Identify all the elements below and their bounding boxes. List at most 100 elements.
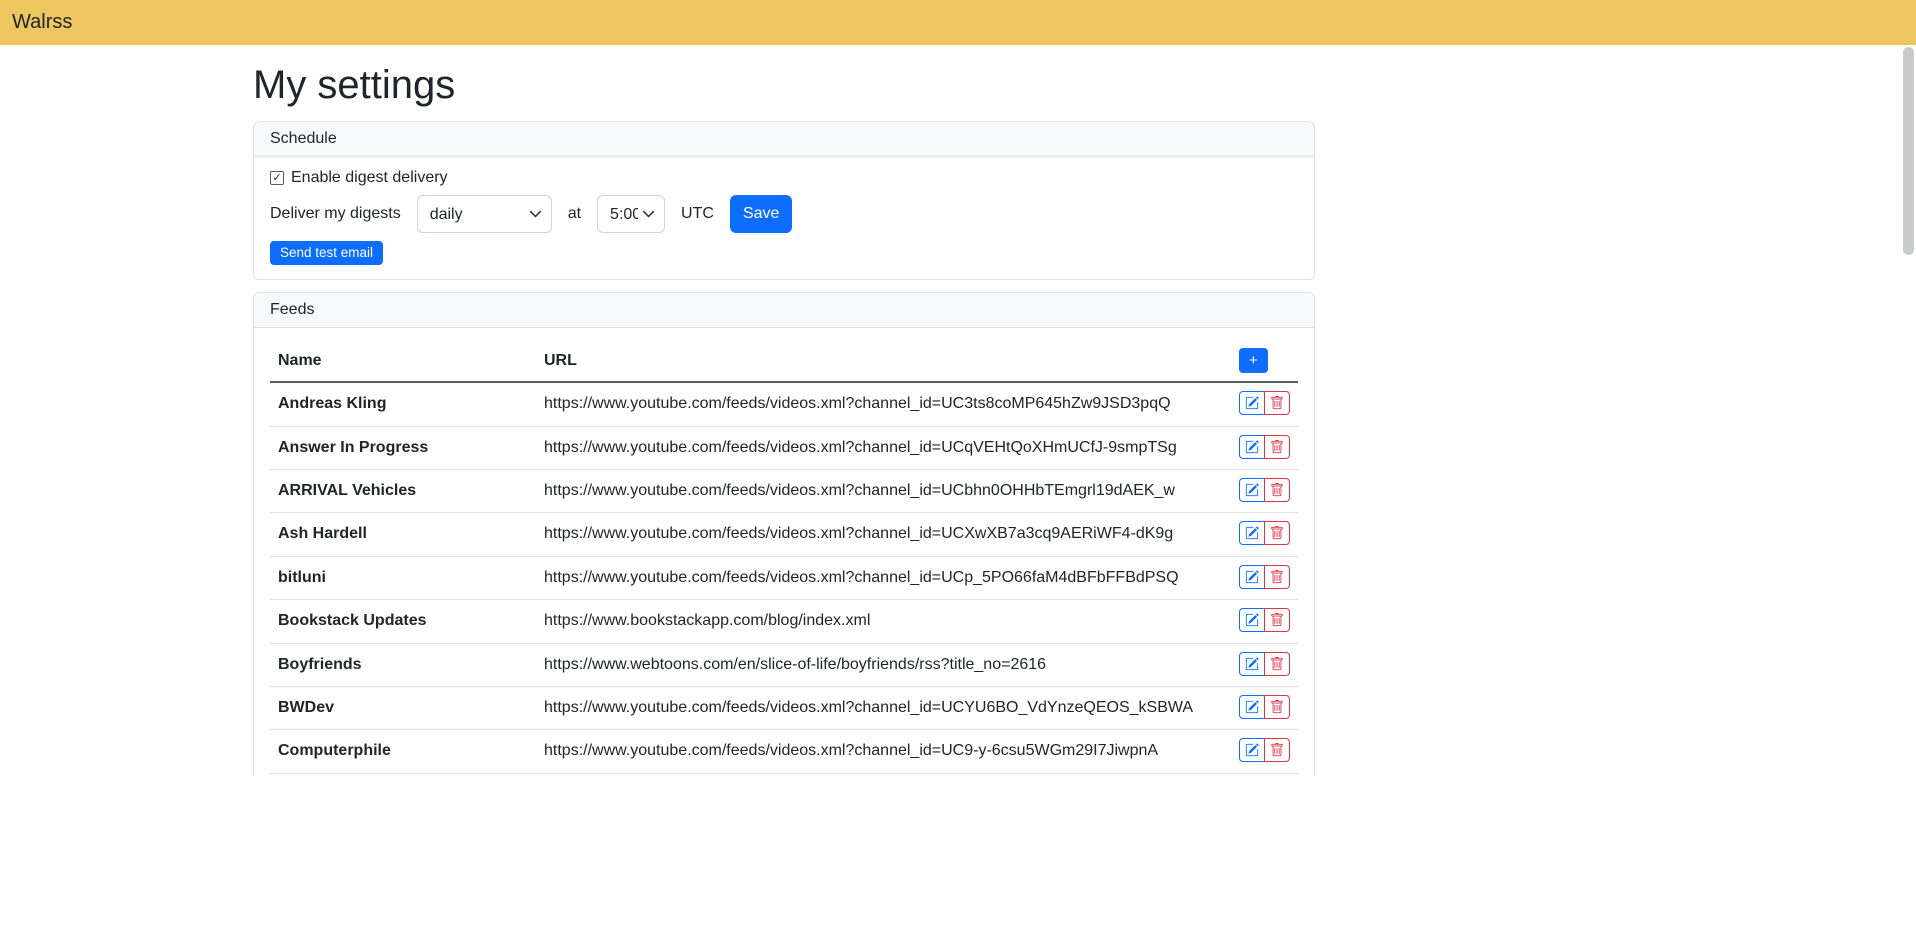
feeds-card-body: Name URL + Andreas Kling https://www.you… bbox=[254, 328, 1314, 776]
feed-actions-group bbox=[1239, 565, 1290, 589]
delete-feed-button[interactable] bbox=[1264, 608, 1290, 632]
trash-icon bbox=[1270, 657, 1284, 671]
feed-name: Andreas Kling bbox=[270, 382, 536, 426]
feed-url: https://www.youtube.com/feeds/videos.xml… bbox=[536, 470, 1231, 513]
feed-actions bbox=[1231, 643, 1298, 686]
feed-url: https://www.youtube.com/feeds/videos.xml… bbox=[536, 730, 1231, 773]
delete-feed-button[interactable] bbox=[1264, 565, 1290, 589]
feed-actions bbox=[1231, 730, 1298, 773]
send-test-email-button[interactable]: Send test email bbox=[270, 241, 383, 265]
feed-row: Answer In Progress https://www.youtube.c… bbox=[270, 426, 1298, 469]
feed-row: Ash Hardell https://www.youtube.com/feed… bbox=[270, 513, 1298, 556]
schedule-card-body: Enable digest delivery Deliver my digest… bbox=[254, 157, 1314, 279]
pencil-square-icon bbox=[1245, 526, 1259, 540]
page-title: My settings bbox=[253, 61, 1315, 109]
enable-digest-row: Enable digest delivery bbox=[270, 169, 1298, 187]
navbar: Walrss bbox=[0, 0, 1916, 45]
column-header-url: URL bbox=[536, 340, 1231, 382]
delete-feed-button[interactable] bbox=[1264, 435, 1290, 459]
trash-icon bbox=[1270, 700, 1284, 714]
feed-actions bbox=[1231, 686, 1298, 729]
feed-actions-group bbox=[1239, 738, 1290, 762]
trash-icon bbox=[1270, 396, 1284, 410]
feed-actions-group bbox=[1239, 695, 1290, 719]
feed-row: ARRIVAL Vehicles https://www.youtube.com… bbox=[270, 470, 1298, 513]
feed-row: Fireship https://www.youtube.com/feeds/v… bbox=[270, 773, 1298, 776]
column-header-name: Name bbox=[270, 340, 536, 382]
pencil-square-icon bbox=[1245, 483, 1259, 497]
add-feed-button[interactable]: + bbox=[1239, 348, 1268, 373]
feeds-table: Name URL + Andreas Kling https://www.you… bbox=[270, 340, 1298, 776]
time-select-wrap: 5:00 bbox=[597, 195, 665, 233]
edit-feed-button[interactable] bbox=[1239, 565, 1265, 589]
trash-icon bbox=[1270, 613, 1284, 627]
feed-name: Ash Hardell bbox=[270, 513, 536, 556]
delete-feed-button[interactable] bbox=[1264, 652, 1290, 676]
delete-feed-button[interactable] bbox=[1264, 521, 1290, 545]
feed-name: ARRIVAL Vehicles bbox=[270, 470, 536, 513]
edit-feed-button[interactable] bbox=[1239, 695, 1265, 719]
vertical-scrollbar[interactable] bbox=[1903, 47, 1914, 255]
edit-feed-button[interactable] bbox=[1239, 608, 1265, 632]
column-header-actions: + bbox=[1231, 340, 1298, 382]
feed-url: https://www.youtube.com/feeds/videos.xml… bbox=[536, 686, 1231, 729]
pencil-square-icon bbox=[1245, 743, 1259, 757]
delete-feed-button[interactable] bbox=[1264, 695, 1290, 719]
feed-name: Computerphile bbox=[270, 730, 536, 773]
edit-feed-button[interactable] bbox=[1239, 521, 1265, 545]
edit-feed-button[interactable] bbox=[1239, 391, 1265, 415]
feed-url: https://www.bookstackapp.com/blog/index.… bbox=[536, 600, 1231, 643]
feed-actions-group bbox=[1239, 435, 1290, 459]
save-button[interactable]: Save bbox=[730, 195, 792, 233]
frequency-select-wrap: daily bbox=[417, 195, 552, 233]
feed-actions bbox=[1231, 773, 1298, 776]
feed-row: Boyfriends https://www.webtoons.com/en/s… bbox=[270, 643, 1298, 686]
feed-name: BWDev bbox=[270, 686, 536, 729]
pencil-square-icon bbox=[1245, 396, 1259, 410]
trash-icon bbox=[1270, 743, 1284, 757]
enable-digest-checkbox[interactable] bbox=[270, 171, 284, 185]
feed-row: Andreas Kling https://www.youtube.com/fe… bbox=[270, 382, 1298, 426]
feed-actions-group bbox=[1239, 608, 1290, 632]
page: Walrss My settings Schedule Enable diges… bbox=[0, 0, 1916, 941]
content-area: My settings Schedule Enable digest deliv… bbox=[0, 45, 1916, 776]
pencil-square-icon bbox=[1245, 613, 1259, 627]
feed-row: Bookstack Updates https://www.bookstacka… bbox=[270, 600, 1298, 643]
delete-feed-button[interactable] bbox=[1264, 478, 1290, 502]
feed-actions-group bbox=[1239, 478, 1290, 502]
frequency-select[interactable]: daily bbox=[417, 195, 552, 233]
feed-name: Fireship bbox=[270, 773, 536, 776]
feed-name: Boyfriends bbox=[270, 643, 536, 686]
at-label: at bbox=[568, 205, 581, 223]
feed-actions bbox=[1231, 513, 1298, 556]
brand-link[interactable]: Walrss bbox=[12, 11, 72, 34]
edit-feed-button[interactable] bbox=[1239, 435, 1265, 459]
feed-url: https://www.youtube.com/feeds/videos.xml… bbox=[536, 426, 1231, 469]
delete-feed-button[interactable] bbox=[1264, 738, 1290, 762]
feed-actions bbox=[1231, 600, 1298, 643]
feed-url: https://www.youtube.com/feeds/videos.xml… bbox=[536, 382, 1231, 426]
edit-feed-button[interactable] bbox=[1239, 652, 1265, 676]
feeds-card: Feeds Name URL + And bbox=[253, 292, 1315, 776]
edit-feed-button[interactable] bbox=[1239, 478, 1265, 502]
feed-url: https://www.webtoons.com/en/slice-of-lif… bbox=[536, 643, 1231, 686]
trash-icon bbox=[1270, 570, 1284, 584]
deliver-label: Deliver my digests bbox=[270, 205, 401, 223]
feed-actions-group bbox=[1239, 652, 1290, 676]
schedule-card: Schedule Enable digest delivery Deliver … bbox=[253, 121, 1315, 280]
feed-url: https://www.youtube.com/feeds/videos.xml… bbox=[536, 773, 1231, 776]
trash-icon bbox=[1270, 440, 1284, 454]
delivery-form-row: Deliver my digests daily at 5:00 bbox=[270, 195, 1298, 233]
feed-name: bitluni bbox=[270, 556, 536, 599]
edit-feed-button[interactable] bbox=[1239, 738, 1265, 762]
delete-feed-button[interactable] bbox=[1264, 391, 1290, 415]
feeds-table-body: Andreas Kling https://www.youtube.com/fe… bbox=[270, 382, 1298, 776]
feed-row: Computerphile https://www.youtube.com/fe… bbox=[270, 730, 1298, 773]
enable-digest-label[interactable]: Enable digest delivery bbox=[291, 169, 448, 187]
pencil-square-icon bbox=[1245, 440, 1259, 454]
time-select[interactable]: 5:00 bbox=[597, 195, 665, 233]
feed-actions-group bbox=[1239, 391, 1290, 415]
feed-row: BWDev https://www.youtube.com/feeds/vide… bbox=[270, 686, 1298, 729]
feeds-table-header-row: Name URL + bbox=[270, 340, 1298, 382]
feed-url: https://www.youtube.com/feeds/videos.xml… bbox=[536, 513, 1231, 556]
